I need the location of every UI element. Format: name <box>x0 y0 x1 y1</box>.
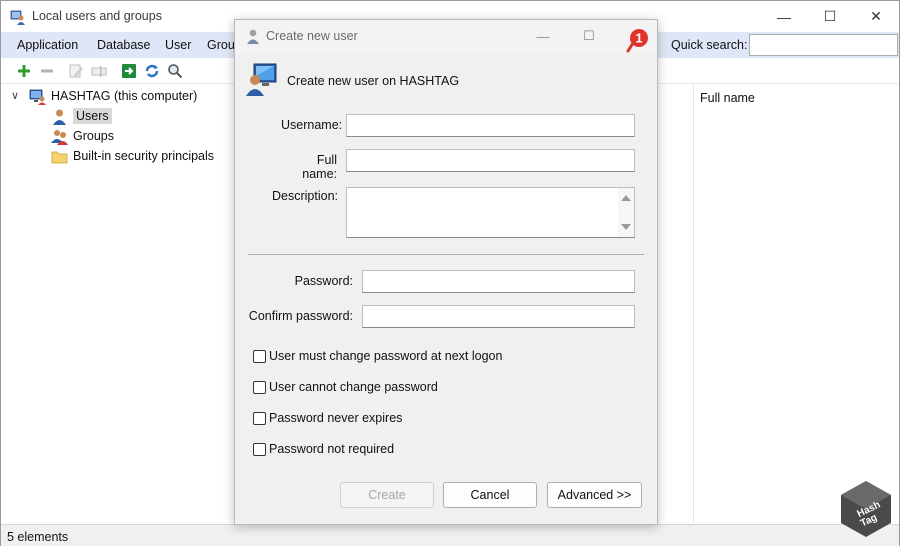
tree-root-label: HASHTAG (this computer) <box>51 89 198 103</box>
username-field[interactable] <box>346 114 635 137</box>
password-label: Password: <box>294 274 353 288</box>
edit-icon[interactable] <box>68 63 84 79</box>
new-user-computer-icon <box>246 63 277 96</box>
create-user-dialog: Create new user — ☐ 1 Create new user on… <box>234 19 658 525</box>
checkbox-box[interactable] <box>253 349 266 363</box>
user-icon <box>247 29 259 44</box>
username-label: Username: <box>281 118 343 132</box>
dialog-maximize-button[interactable]: ☐ <box>579 26 599 46</box>
password-field[interactable] <box>362 270 635 293</box>
menu-user[interactable]: User <box>165 38 191 52</box>
group-icon <box>51 129 68 145</box>
go-icon[interactable] <box>121 63 137 79</box>
checkbox-box[interactable] <box>253 442 266 456</box>
menu-database[interactable]: Database <box>97 38 151 52</box>
description-scrollbar[interactable] <box>618 188 634 237</box>
quick-search-input[interactable] <box>749 34 898 56</box>
confirm-password-label: Confirm password: <box>248 309 353 323</box>
checkbox-label: Password never expires <box>269 411 403 425</box>
checkbox-not-required[interactable]: Password not required <box>253 441 394 457</box>
dialog-title: Create new user <box>266 29 358 43</box>
search-icon[interactable] <box>167 63 183 79</box>
status-bar: 5 elements <box>1 524 899 546</box>
chevron-down-icon[interactable]: ∨ <box>11 89 19 102</box>
checkbox-box[interactable] <box>253 411 266 425</box>
description-label: Description: <box>272 189 338 203</box>
dialog-minimize-button[interactable]: — <box>533 26 553 46</box>
tree-builtin-label: Built-in security principals <box>73 149 215 163</box>
scroll-up-icon[interactable] <box>621 195 631 201</box>
checkbox-label: Password not required <box>269 442 395 456</box>
create-button[interactable]: Create <box>340 482 434 508</box>
separator <box>248 254 644 255</box>
hashtag-logo: Hash Tag <box>841 481 891 537</box>
minimize-button[interactable]: — <box>761 1 807 32</box>
close-button[interactable]: ✕ <box>853 1 899 32</box>
computer-icon <box>29 89 46 105</box>
dialog-header: Create new user on HASHTAG <box>287 74 460 88</box>
scroll-down-icon[interactable] <box>621 224 631 230</box>
dialog-titlebar[interactable]: Create new user — ☐ <box>235 20 657 52</box>
status-text: 5 elements <box>7 530 69 544</box>
tree-pane: ∨ HASHTAG (this computer) Users Groups B… <box>1 85 237 525</box>
step-badge: 1 <box>626 29 648 53</box>
checkbox-cannot-change-password[interactable]: User cannot change password <box>253 379 438 395</box>
checkbox-label: User cannot change password <box>269 380 438 394</box>
tree-item-builtin[interactable]: Built-in security principals <box>51 146 214 166</box>
rename-icon[interactable] <box>91 63 107 79</box>
menu-application[interactable]: Application <box>17 38 78 52</box>
advanced-button[interactable]: Advanced >> <box>547 482 642 508</box>
remove-icon[interactable] <box>39 63 55 79</box>
add-icon[interactable] <box>16 63 32 79</box>
step-badge-number: 1 <box>635 31 642 46</box>
quick-search-label: Quick search: <box>671 38 748 52</box>
tree-item-computer[interactable]: HASHTAG (this computer) <box>29 86 197 106</box>
column-divider[interactable] <box>693 85 694 522</box>
checkbox-label: User must change password at next logon <box>269 349 503 363</box>
user-icon <box>53 109 66 125</box>
checkbox-box[interactable] <box>253 380 266 394</box>
maximize-button[interactable]: ☐ <box>807 1 853 32</box>
confirm-password-field[interactable] <box>362 305 635 328</box>
cancel-button[interactable]: Cancel <box>443 482 537 508</box>
checkbox-must-change-password[interactable]: User must change password at next logon <box>253 348 502 364</box>
folder-icon <box>51 151 68 163</box>
tree-users-label: Users <box>73 108 112 124</box>
tree-item-groups[interactable]: Groups <box>51 126 114 146</box>
window-title: Local users and groups <box>32 9 162 23</box>
checkbox-never-expires[interactable]: Password never expires <box>253 410 402 426</box>
refresh-icon[interactable] <box>144 63 160 79</box>
tree-groups-label: Groups <box>73 129 114 143</box>
description-textarea[interactable] <box>346 187 635 238</box>
fullname-label: Full name: <box>302 153 337 181</box>
column-header-fullname[interactable]: Full name <box>700 91 755 105</box>
users-groups-app-icon <box>10 10 25 25</box>
tree-item-users[interactable]: Users <box>51 106 112 126</box>
fullname-field[interactable] <box>346 149 635 172</box>
